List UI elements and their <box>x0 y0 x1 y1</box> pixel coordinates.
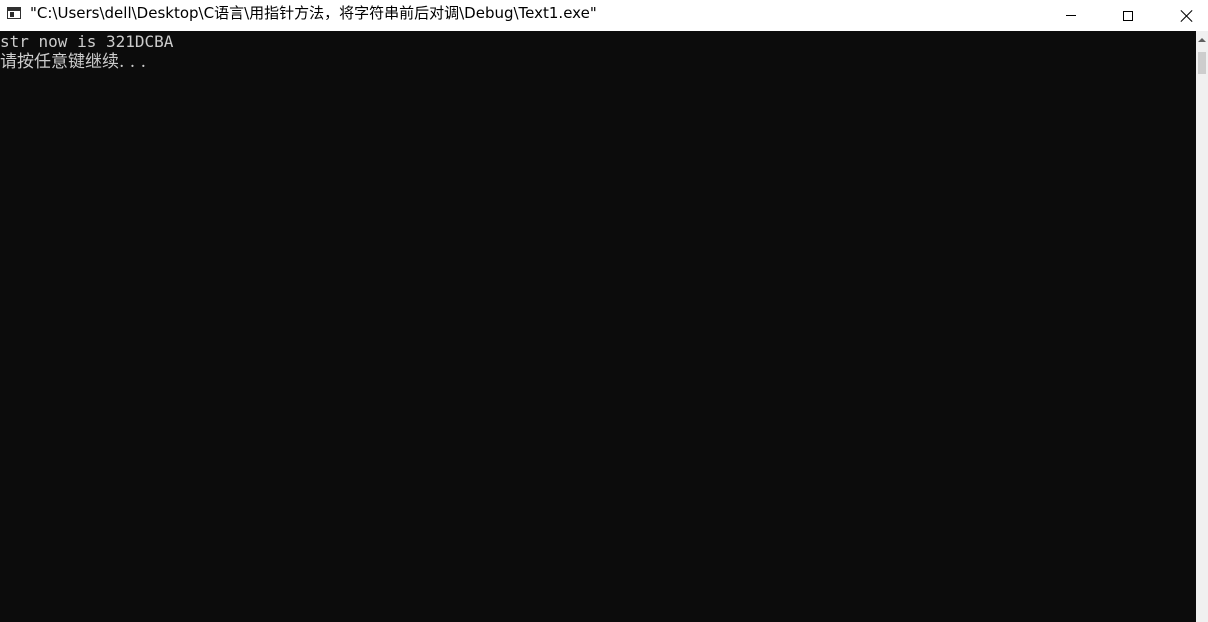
console-app-icon[interactable] <box>7 7 21 19</box>
title-bar[interactable]: "C:\Users\dell\Desktop\C语言\用指针方法，将字符串前后对… <box>0 0 1208 31</box>
maximize-icon <box>1123 10 1133 21</box>
close-button[interactable] <box>1158 0 1208 31</box>
scrollbar-thumb[interactable] <box>1198 52 1206 74</box>
console-window: "C:\Users\dell\Desktop\C语言\用指针方法，将字符串前后对… <box>0 0 1208 622</box>
maximize-button[interactable] <box>1099 0 1157 31</box>
scroll-up-button[interactable] <box>1196 31 1208 49</box>
console-line: str now is 321DCBA <box>0 32 174 51</box>
vertical-scrollbar[interactable] <box>1196 31 1208 622</box>
minimize-icon <box>1066 15 1076 16</box>
console-output-area[interactable]: str now is 321DCBA 请按任意键继续. . . <box>0 31 1196 622</box>
close-icon <box>1180 9 1194 23</box>
chevron-up-icon <box>1198 38 1206 42</box>
window-title: "C:\Users\dell\Desktop\C语言\用指针方法，将字符串前后对… <box>30 4 597 22</box>
minimize-button[interactable] <box>1042 0 1100 31</box>
console-line: 请按任意键继续. . . <box>0 52 147 72</box>
